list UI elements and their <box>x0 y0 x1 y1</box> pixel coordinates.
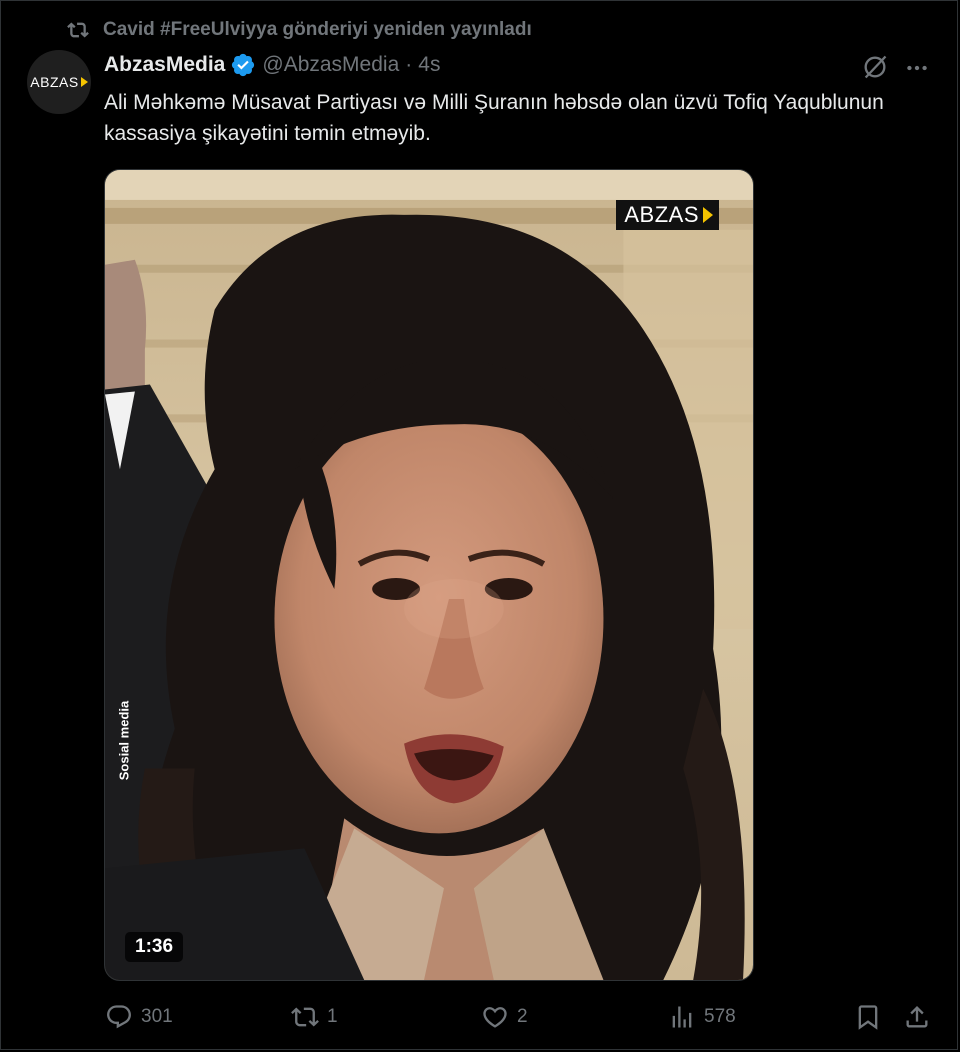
retweet-icon <box>291 1007 319 1027</box>
author-handle[interactable]: @AbzasMedia <box>262 53 399 77</box>
share-button[interactable] <box>903 1003 939 1031</box>
play-triangle-icon <box>80 77 88 87</box>
watermark-text: ABZAS <box>624 202 699 227</box>
separator-dot: · <box>405 53 413 76</box>
video-thumbnail <box>105 170 753 980</box>
tweet-actions: 301 1 2 578 <box>1 1001 959 1037</box>
video-duration: 1:36 <box>125 932 184 962</box>
reply-button[interactable]: 301 <box>105 1003 173 1031</box>
reply-count: 301 <box>141 1006 173 1027</box>
analytics-icon <box>672 1006 692 1028</box>
heart-icon <box>483 1007 507 1028</box>
retweet-count: 1 <box>327 1006 338 1027</box>
retweet-context[interactable]: Cavid #FreeUlviyya gönderiyi yeniden yay… <box>65 19 532 41</box>
bookmark-icon <box>858 1005 878 1030</box>
retweet-context-text: Cavid #FreeUlviyya gönderiyi yeniden yay… <box>103 19 532 40</box>
abzas-logo: ABZAS <box>30 74 88 90</box>
avatar[interactable]: ABZAS <box>27 50 91 114</box>
like-count: 2 <box>517 1006 528 1027</box>
bookmark-button[interactable] <box>854 1003 890 1031</box>
grok-icon[interactable] <box>861 53 889 81</box>
like-button[interactable]: 2 <box>481 1003 528 1031</box>
views-button[interactable]: 578 <box>668 1003 736 1031</box>
abzas-watermark: ABZAS <box>616 200 719 230</box>
photo-credit: Sosial media <box>116 700 132 781</box>
tweet-card[interactable]: Cavid #FreeUlviyya gönderiyi yeniden yay… <box>0 0 958 1050</box>
tweet-text: Ali Məhkəmə Müsavat Partiyası və Milli Ş… <box>104 91 884 145</box>
avatar-logo-text: ABZAS <box>30 74 79 90</box>
verified-badge-icon[interactable] <box>230 52 256 78</box>
play-triangle-icon <box>703 207 713 223</box>
more-options-icon[interactable] <box>904 55 930 81</box>
retweet-icon <box>67 22 89 38</box>
tweet-header: AbzasMedia @AbzasMedia · 4s <box>104 52 440 78</box>
video-player[interactable]: ABZAS Sosial media 1:36 <box>104 169 754 981</box>
retweet-button[interactable]: 1 <box>291 1003 338 1031</box>
tweet-timestamp[interactable]: 4s <box>418 53 440 77</box>
views-count: 578 <box>704 1006 736 1027</box>
share-icon <box>906 1006 928 1028</box>
author-display-name[interactable]: AbzasMedia <box>104 53 225 77</box>
reply-icon <box>107 1005 131 1029</box>
